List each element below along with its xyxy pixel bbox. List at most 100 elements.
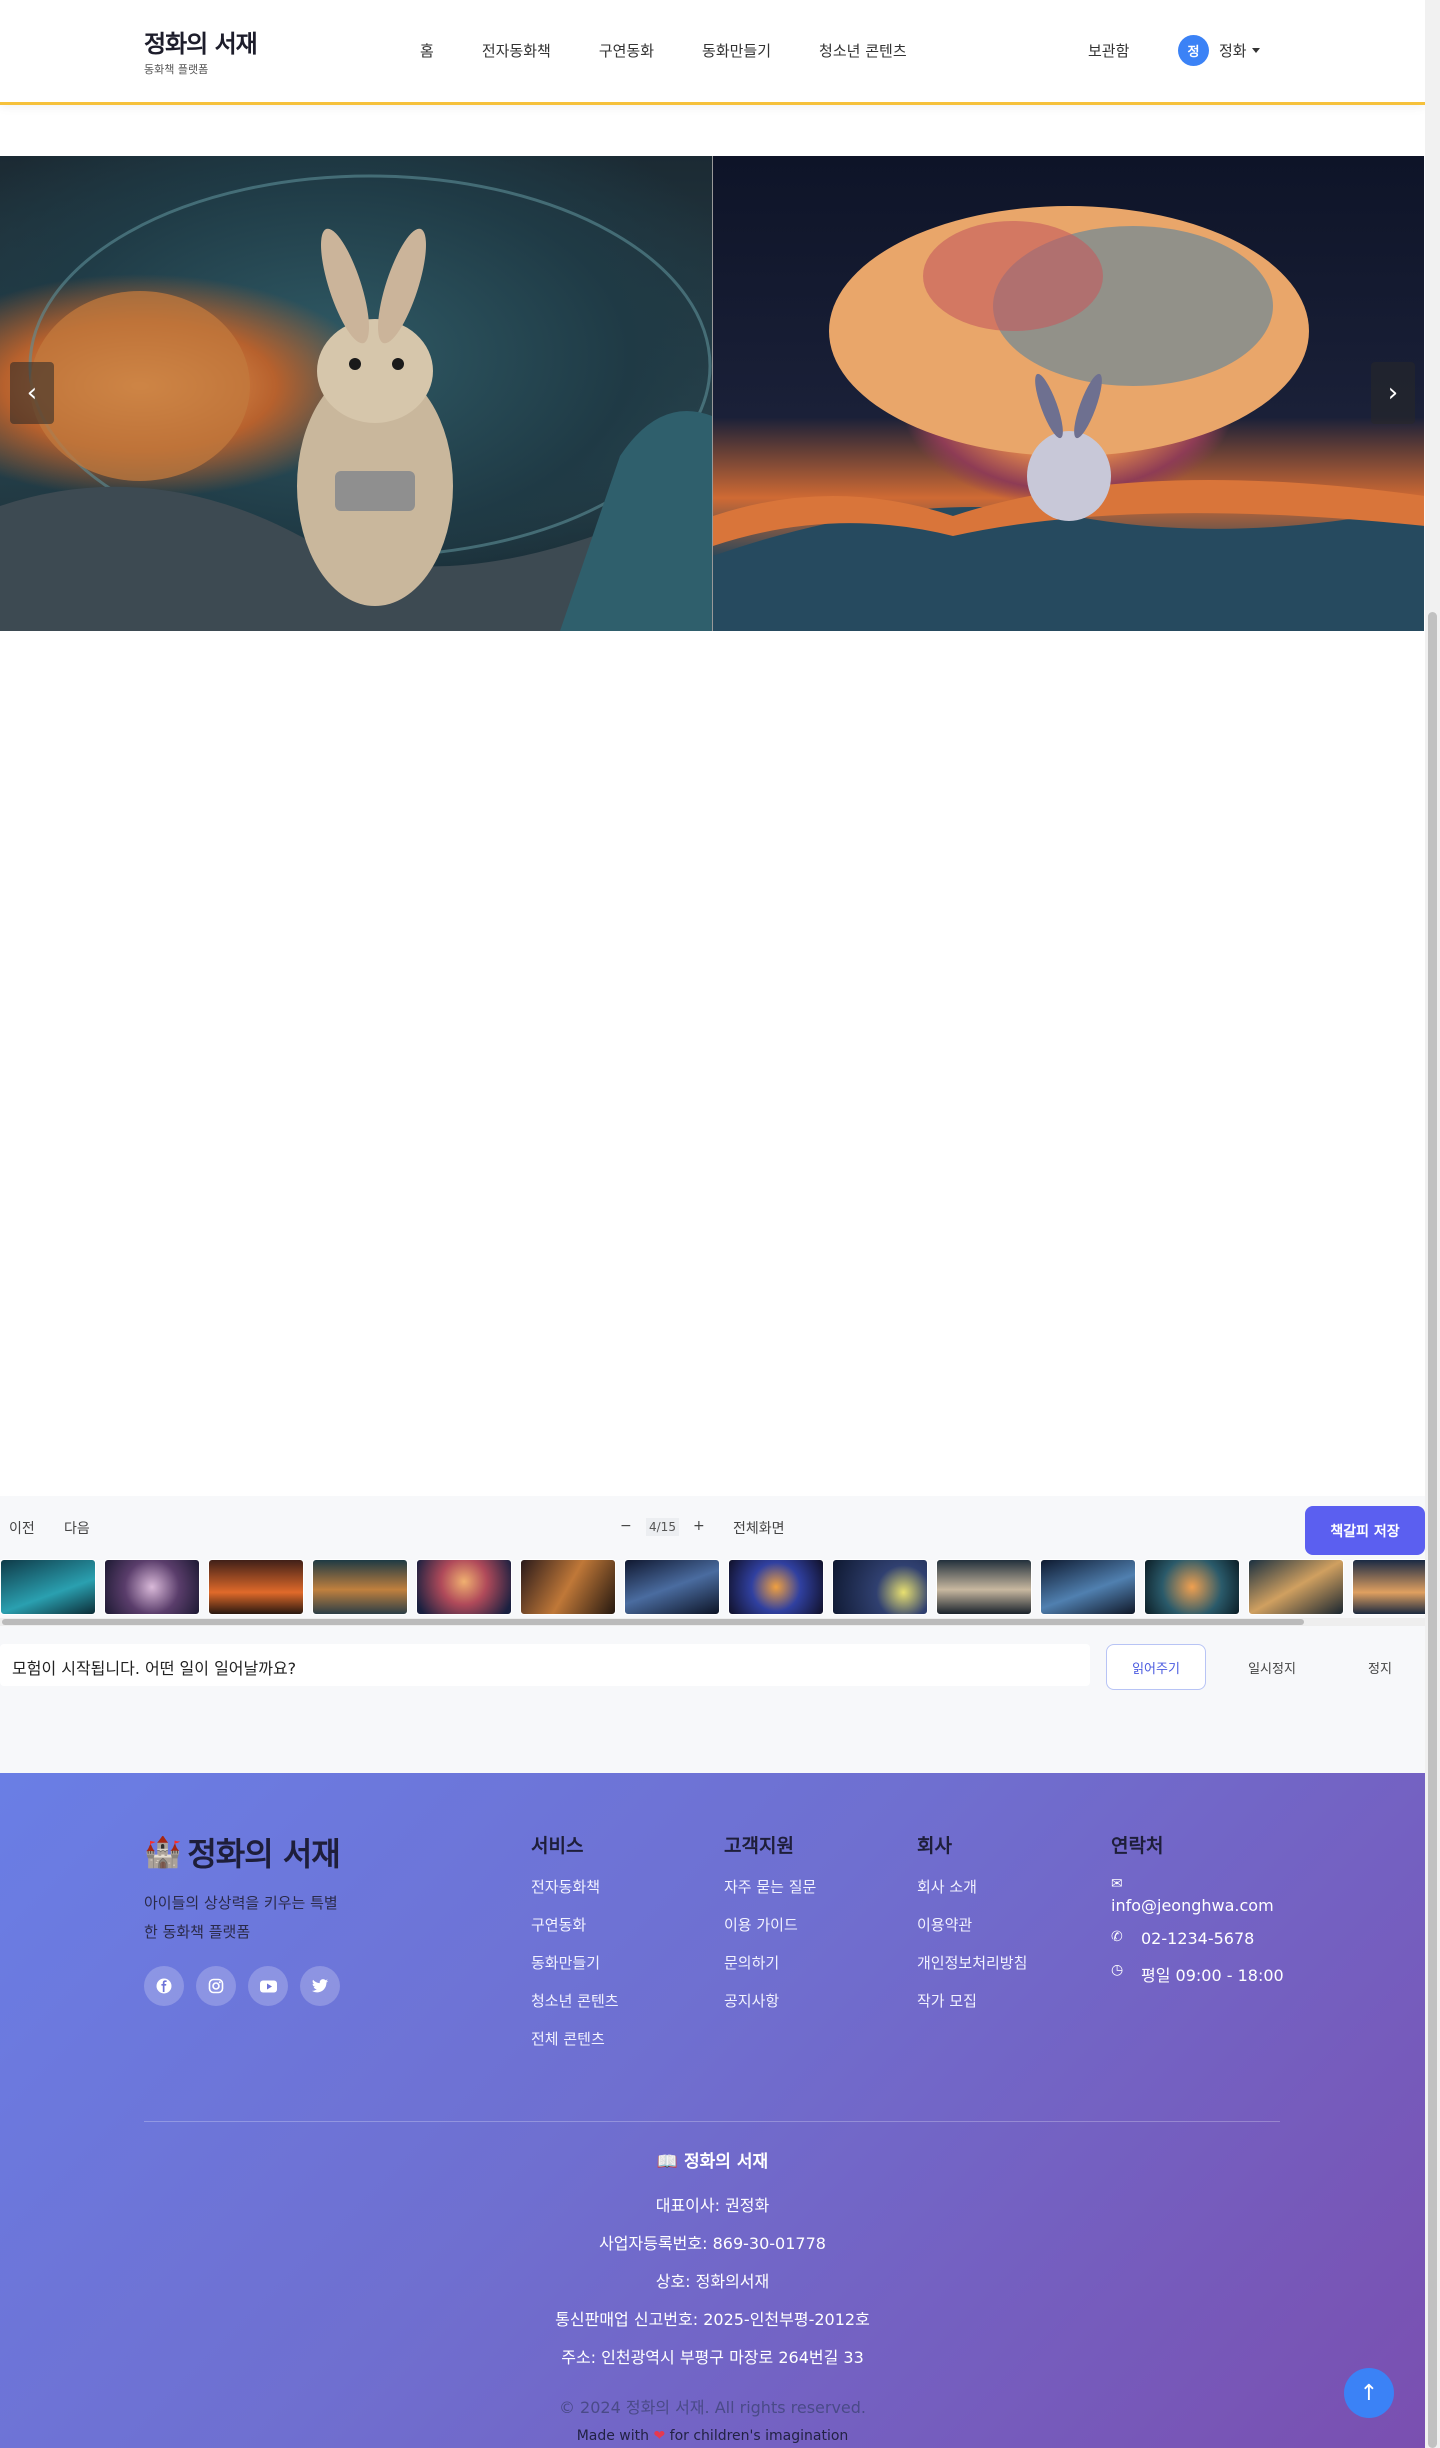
- footer-link-youth-content[interactable]: 청소년 콘텐츠: [531, 1990, 619, 2011]
- page-thumbnail[interactable]: [624, 1559, 720, 1615]
- footer-column-support: 고객지원 자주 묻는 질문 이용 가이드 문의하기 공지사항: [724, 1831, 816, 2028]
- envelope-icon: ✉: [1111, 1876, 1123, 1892]
- nav-item-ebooks[interactable]: 전자동화책: [482, 40, 551, 61]
- page-thumbnail[interactable]: [1248, 1559, 1344, 1615]
- prev-button[interactable]: 이전: [9, 1518, 35, 1538]
- pause-button[interactable]: 일시정지: [1222, 1644, 1322, 1690]
- nav-item-home[interactable]: 홈: [420, 40, 434, 61]
- heart-icon: ❤: [653, 2428, 666, 2444]
- footer-heading-contact: 연락처: [1111, 1835, 1164, 1857]
- user-menu[interactable]: 정 정화: [1178, 35, 1260, 66]
- read-aloud-button[interactable]: 읽어주기: [1106, 1644, 1206, 1690]
- footer-link-storytelling[interactable]: 구연동화: [531, 1914, 619, 1935]
- footer-brand: 🏰 정화의 서재: [144, 1829, 341, 1875]
- footer-link-recruit-authors[interactable]: 작가 모집: [917, 1990, 1027, 2011]
- footer-link-faq[interactable]: 자주 묻는 질문: [724, 1876, 816, 1897]
- stop-button[interactable]: 정지: [1330, 1644, 1430, 1690]
- contact-hours: ◷ 평일 09:00 - 18:00: [1111, 1962, 1291, 1986]
- thumbnail-strip: [0, 1559, 1425, 1615]
- made-with-note: Made with ❤ for children's imagination: [0, 2428, 1425, 2444]
- page-thumbnail[interactable]: [1040, 1559, 1136, 1615]
- footer-column-services: 서비스 전자동화책 구연동화 동화만들기 청소년 콘텐츠 전체 콘텐츠: [531, 1831, 619, 2066]
- footer-link-about[interactable]: 회사 소개: [917, 1876, 1027, 1897]
- phone-icon: ✆: [1111, 1929, 1123, 1945]
- contact-email-text[interactable]: info@jeonghwa.com: [1111, 1896, 1274, 1915]
- contact-email: ✉ info@jeonghwa.com: [1111, 1876, 1291, 1915]
- ecommerce-number: 통신판매업 신고번호: 2025-인천부평-2012호: [555, 2310, 870, 2329]
- brand-title: 정화의 서재: [144, 30, 258, 58]
- book-icon: 📖: [656, 2152, 679, 2172]
- footer-bottom-title-text: 정화의 서재: [683, 2152, 769, 2172]
- thumbnail-scrollbar[interactable]: [0, 1618, 1425, 1626]
- made-with-prefix: Made with: [576, 2428, 650, 2444]
- next-button[interactable]: 다음: [64, 1518, 90, 1538]
- footer-heading-support: 고객지원: [724, 1835, 794, 1857]
- castle-icon: 🏰: [144, 1834, 182, 1870]
- twitter-icon[interactable]: [300, 1966, 340, 2006]
- page-thumbnail[interactable]: [1144, 1559, 1240, 1615]
- footer-link-privacy[interactable]: 개인정보처리방침: [917, 1952, 1027, 1973]
- book-page-left: ‹: [0, 156, 712, 631]
- youtube-icon[interactable]: [248, 1966, 288, 2006]
- next-page-arrow[interactable]: ›: [1371, 362, 1415, 424]
- address: 주소: 인천광역시 부평구 마장로 264번길 33: [561, 2348, 864, 2367]
- footer-bottom-title: 📖 정화의 서재: [0, 2147, 1425, 2172]
- page-thumbnail[interactable]: [0, 1559, 96, 1615]
- brand-logo[interactable]: 정화의 서재 동화책 플랫폼: [144, 24, 258, 77]
- vault-link[interactable]: 보관함: [1088, 40, 1129, 61]
- page-thumbnail[interactable]: [936, 1559, 1032, 1615]
- site-footer: 🏰 정화의 서재 아이들의 상상력을 키우는 특별한 동화책 플랫폼 서비스 전…: [0, 1773, 1425, 2448]
- page-scrollbar-thumb[interactable]: [1428, 612, 1437, 2448]
- page-thumbnail[interactable]: [416, 1559, 512, 1615]
- page-thumbnail[interactable]: [520, 1559, 616, 1615]
- footer-description: 아이들의 상상력을 키우는 특별한 동화책 플랫폼: [144, 1894, 338, 1941]
- brand-subtitle: 동화책 플랫폼: [144, 63, 209, 76]
- fullscreen-button[interactable]: 전체화면: [733, 1518, 785, 1538]
- footer-link-create-story[interactable]: 동화만들기: [531, 1952, 619, 1973]
- footer-divider: [144, 2121, 1280, 2122]
- footer-title: 정화의 서재: [187, 1835, 340, 1873]
- footer-business-info: 📖 정화의 서재 대표이사: 권정화 사업자등록번호: 869-30-01778…: [0, 2147, 1425, 2444]
- nav-item-create-story[interactable]: 동화만들기: [702, 40, 771, 61]
- made-with-suffix: for children's imagination: [669, 2428, 849, 2444]
- nav-item-youth-content[interactable]: 청소년 콘텐츠: [819, 40, 907, 61]
- prev-page-arrow[interactable]: ‹: [10, 362, 54, 424]
- bunny-moon-illustration: [713, 206, 1424, 631]
- footer-link-ebooks[interactable]: 전자동화책: [531, 1876, 619, 1897]
- book-viewer: ‹ ›: [0, 156, 1425, 631]
- footer-link-terms[interactable]: 이용약관: [917, 1914, 1027, 1935]
- page-indicator: 4/15: [646, 1518, 679, 1536]
- zoom-out-button[interactable]: −: [620, 1518, 632, 1534]
- zoom-in-button[interactable]: +: [693, 1518, 705, 1534]
- footer-link-guide[interactable]: 이용 가이드: [724, 1914, 816, 1935]
- page-thumbnail[interactable]: [104, 1559, 200, 1615]
- page-thumbnail[interactable]: [208, 1559, 304, 1615]
- contact-phone: ✆ 02-1234-5678: [1111, 1929, 1291, 1948]
- page-scrollbar[interactable]: [1425, 0, 1440, 2448]
- contact-hours-text: 평일 09:00 - 18:00: [1141, 1966, 1284, 1985]
- trade-name: 상호: 정화의서재: [655, 2272, 770, 2291]
- footer-heading-services: 서비스: [531, 1835, 584, 1857]
- facebook-icon[interactable]: [144, 1966, 184, 2006]
- viewer-controls: 이전 다음 − 4/15 + 전체화면 책갈피 저장 모험이 시작됩니다. 어떤…: [0, 1496, 1425, 1773]
- thumbnail-scrollbar-thumb[interactable]: [2, 1619, 1304, 1625]
- bunny-astronaut-illustration: [0, 174, 712, 631]
- scroll-to-top-button[interactable]: ↑: [1344, 2368, 1394, 2418]
- footer-link-notices[interactable]: 공지사항: [724, 1990, 816, 2011]
- footer-link-contact[interactable]: 문의하기: [724, 1952, 816, 1973]
- controls-toolbar: 이전 다음 − 4/15 + 전체화면 책갈피 저장: [0, 1496, 1425, 1560]
- page-thumbnail[interactable]: [832, 1559, 928, 1615]
- nav-item-storytelling[interactable]: 구연동화: [599, 40, 654, 61]
- social-links: [144, 1966, 352, 2006]
- copyright: © 2024 정화의 서재. All rights reserved.: [558, 2398, 867, 2417]
- page-thumbnail[interactable]: [312, 1559, 408, 1615]
- page-thumbnail[interactable]: [728, 1559, 824, 1615]
- business-number: 사업자등록번호: 869-30-01778: [599, 2234, 826, 2253]
- avatar: 정: [1178, 35, 1209, 66]
- page-thumbnail[interactable]: [1352, 1559, 1425, 1615]
- instagram-icon[interactable]: [196, 1966, 236, 2006]
- narration-text: 모험이 시작됩니다. 어떤 일이 일어날까요?: [0, 1644, 1090, 1686]
- clock-icon: ◷: [1111, 1962, 1124, 1978]
- bookmark-button[interactable]: 책갈피 저장: [1305, 1506, 1425, 1555]
- footer-link-all-content[interactable]: 전체 콘텐츠: [531, 2028, 619, 2049]
